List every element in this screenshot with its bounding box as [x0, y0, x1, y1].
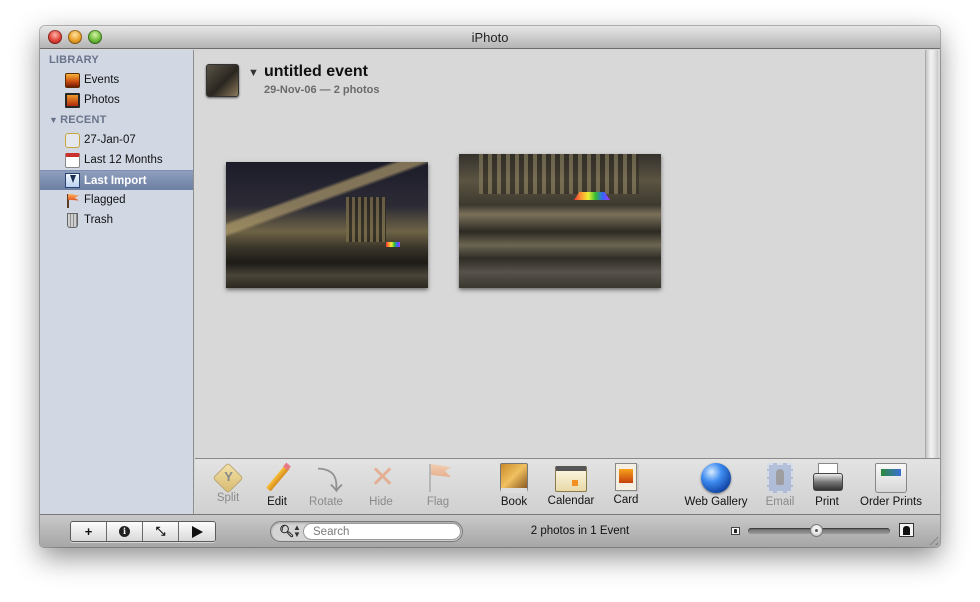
card-label: Card: [613, 494, 639, 506]
web-gallery-button[interactable]: Web Gallery: [681, 463, 751, 508]
search-icon[interactable]: 🔍︎: [279, 524, 294, 538]
search-input[interactable]: [303, 523, 461, 540]
flag-icon: [423, 463, 453, 493]
email-stamp-icon: [767, 463, 793, 493]
globe-icon: [701, 463, 731, 493]
expand-arrows-icon: ⤡: [155, 524, 166, 538]
event-subtitle: 29-Nov-06 — 2 photos: [264, 84, 380, 96]
sidebar-item-label: Photos: [84, 94, 120, 106]
print-button[interactable]: Print: [792, 463, 862, 508]
bottom-toolbar: Split Edit Rotate Hide Flag Book Calenda…: [195, 458, 940, 514]
section-recent[interactable]: ▼ RECENT: [40, 110, 193, 130]
play-icon: [191, 525, 203, 538]
sidebar-item-label: Events: [84, 74, 120, 86]
flag-button[interactable]: Flag: [403, 463, 473, 508]
photo-count-status: 2 photos in 1 Event: [530, 525, 630, 537]
event-date-icon: [65, 132, 80, 148]
search-menu-arrows-icon[interactable]: ▲ ▼: [293, 524, 301, 539]
zoom-button[interactable]: [88, 30, 102, 44]
source-list: LIBRARY Events Photos ▼ RECENT 27-Jan-07 …: [40, 50, 194, 514]
small-thumbnail-icon[interactable]: [731, 527, 740, 535]
vertical-scrollbar[interactable]: [925, 50, 938, 483]
card-button[interactable]: Card: [591, 463, 661, 506]
slideshow-button[interactable]: [179, 522, 215, 541]
printer-icon: [812, 463, 843, 493]
order-prints-button[interactable]: Order Prints: [856, 463, 926, 508]
sidebar-item-27-jan-07[interactable]: 27-Jan-07: [40, 130, 193, 150]
thumbnail-size-slider[interactable]: [748, 524, 890, 537]
event-title[interactable]: untitled event: [264, 63, 368, 81]
close-button[interactable]: [48, 30, 62, 44]
resize-grip[interactable]: [926, 533, 938, 545]
plus-icon: +: [84, 524, 93, 539]
window-title: iPhoto: [471, 30, 509, 45]
section-library: LIBRARY: [40, 50, 193, 70]
flag-icon: [65, 193, 80, 208]
calendar-icon: [65, 152, 80, 168]
rotate-icon: [311, 461, 343, 498]
slider-thumb[interactable]: [810, 524, 824, 537]
photo-thumbnail[interactable]: [226, 162, 428, 288]
iphoto-window: iPhoto LIBRARY Events Photos ▼ RECENT 27-…: [40, 26, 940, 547]
photos-icon: [65, 92, 80, 108]
sidebar-item-photos[interactable]: Photos: [40, 90, 193, 110]
pencil-icon: [262, 463, 292, 493]
sidebar-item-label: Last 12 Months: [84, 154, 163, 166]
action-buttons: + i ⤡: [70, 521, 216, 542]
hide-x-icon: [366, 460, 396, 495]
flag-label: Flag: [426, 496, 450, 508]
section-recent-label: RECENT: [60, 114, 107, 126]
web-gallery-label: Web Gallery: [684, 496, 748, 508]
print-label: Print: [815, 496, 839, 508]
sidebar-item-label: Trash: [84, 214, 113, 226]
sidebar-item-last-12-months[interactable]: Last 12 Months: [40, 150, 193, 170]
search-field: 🔍︎ ▲ ▼: [270, 521, 463, 542]
sidebar-item-events[interactable]: Events: [40, 70, 193, 90]
minimize-button[interactable]: [68, 30, 82, 44]
events-icon: [65, 72, 80, 88]
info-button[interactable]: i: [107, 522, 143, 541]
order-prints-label: Order Prints: [860, 496, 922, 508]
trash-icon: [67, 212, 78, 228]
event-key-photo[interactable]: [206, 64, 239, 97]
info-icon: i: [119, 526, 130, 537]
photo-thumbnail[interactable]: [459, 154, 661, 288]
full-screen-button[interactable]: ⤡: [143, 522, 179, 541]
status-bar: + i ⤡ 🔍︎ ▲▼ 2 photos in 1 Event: [40, 514, 940, 547]
calendar-icon: [555, 466, 587, 492]
add-button[interactable]: +: [71, 522, 107, 541]
sidebar-item-last-import[interactable]: Last Import: [40, 170, 193, 190]
section-library-label: LIBRARY: [49, 54, 99, 66]
sidebar-item-trash[interactable]: Trash: [40, 210, 193, 230]
sidebar-item-label: Flagged: [84, 194, 126, 206]
book-icon: [500, 463, 528, 493]
split-icon: [212, 462, 244, 494]
title-bar[interactable]: iPhoto: [40, 26, 940, 49]
event-disclosure-triangle-icon[interactable]: ▼: [248, 67, 259, 79]
sidebar-item-label: 27-Jan-07: [84, 134, 136, 146]
sidebar-item-flagged[interactable]: Flagged: [40, 190, 193, 210]
order-prints-icon: [875, 463, 907, 493]
photo-browser: ▼ untitled event 29-Nov-06 — 2 photos: [195, 50, 940, 483]
import-icon: [65, 173, 80, 188]
sidebar-item-label: Last Import: [84, 174, 147, 187]
card-icon: [615, 463, 637, 491]
disclosure-triangle-icon[interactable]: ▼: [49, 110, 58, 130]
large-thumbnail-icon[interactable]: [899, 523, 914, 537]
